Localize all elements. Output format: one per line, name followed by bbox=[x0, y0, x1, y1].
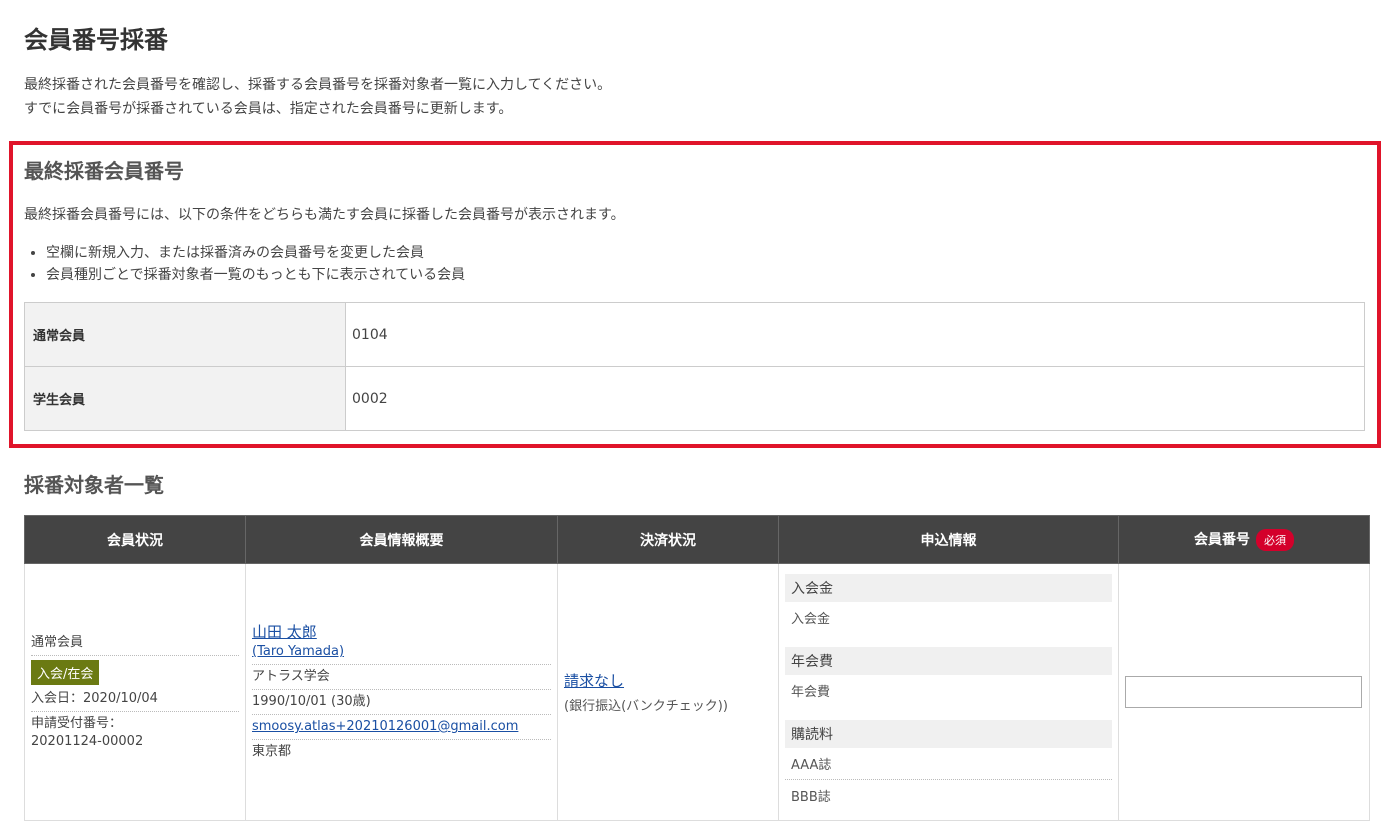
application-number-label: 申請受付番号： bbox=[31, 715, 123, 731]
join-date: 入会日：2020/10/04 bbox=[31, 687, 239, 712]
page-title: 会員番号採番 bbox=[24, 26, 168, 54]
application-item: 入会金 bbox=[791, 611, 831, 627]
required-badge: 必須 bbox=[1256, 528, 1294, 551]
last-number-row: 学生会員 0002 bbox=[24, 366, 1365, 431]
table-header-row: 会員状況 会員情報概要 決済状況 申込情報 会員番号 必須 bbox=[24, 515, 1370, 564]
member-name-link[interactable]: 山田 太郎 bbox=[252, 623, 317, 641]
application-group: 購読料 AAA誌 BBB誌 bbox=[785, 719, 1112, 811]
intro-text: 最終採番された会員番号を確認し、採番する会員番号を採番対象者一覧に入力してくださ… bbox=[24, 73, 611, 121]
last-number-value: 0104 bbox=[345, 302, 1365, 367]
member-type: 通常会員 bbox=[31, 631, 239, 656]
col-header-info: 会員情報概要 bbox=[245, 515, 558, 564]
table-row: 通常会員 入会/在会 入会日：2020/10/04 申請受付番号： 202011… bbox=[24, 563, 1370, 821]
intro-line-1: 最終採番された会員番号を確認し、採番する会員番号を採番対象者一覧に入力してくださ… bbox=[24, 77, 612, 93]
payment-method: (銀行振込(バンクチェック)) bbox=[564, 699, 728, 714]
payment-status: 請求なし bbox=[564, 670, 772, 691]
application-number: 申請受付番号： 20201124-00002 bbox=[31, 712, 239, 754]
last-number-row: 通常会員 0104 bbox=[24, 302, 1365, 367]
number-cell bbox=[1118, 563, 1370, 821]
last-number-desc: 最終採番会員番号には、以下の条件をどちらも満たす会員に採番した会員番号が表示され… bbox=[24, 207, 625, 223]
application-item: BBB誌 bbox=[791, 789, 831, 805]
application-group-head: 入会金 bbox=[785, 573, 1112, 602]
col-header-payment: 決済状況 bbox=[557, 515, 779, 564]
member-org: アトラス学会 bbox=[252, 665, 551, 690]
intro-line-2: すでに会員番号が採番されている会員は、指定された会員番号に更新します。 bbox=[24, 101, 513, 117]
application-group: 入会金 入会金 bbox=[785, 573, 1112, 633]
application-group: 年会費 年会費 bbox=[785, 646, 1112, 706]
col-header-status: 会員状況 bbox=[24, 515, 246, 564]
status-cell: 通常会員 入会/在会 入会日：2020/10/04 申請受付番号： 202011… bbox=[24, 563, 246, 821]
member-pref: 東京都 bbox=[252, 744, 292, 759]
member-name-en-link[interactable]: (Taro Yamada) bbox=[252, 644, 344, 659]
application-group-head: 年会費 bbox=[785, 646, 1112, 675]
condition-item: 空欄に新規入力、または採番済みの会員番号を変更した会員 bbox=[46, 242, 465, 264]
last-number-table: 通常会員 0104 学生会員 0002 bbox=[24, 302, 1365, 431]
info-cell: 山田 太郎 (Taro Yamada) アトラス学会 1990/10/01 (3… bbox=[245, 563, 558, 821]
condition-item: 会員種別ごとで採番対象者一覧のもっとも下に表示されている会員 bbox=[46, 264, 465, 286]
last-number-value: 0002 bbox=[345, 366, 1365, 431]
last-number-title: 最終採番会員番号 bbox=[24, 159, 184, 183]
member-type-label: 学生会員 bbox=[24, 366, 346, 431]
member-name: 山田 太郎 (Taro Yamada) bbox=[252, 620, 551, 665]
application-cell: 入会金 入会金 年会費 年会費 購読料 AAA誌 BBB誌 bbox=[778, 563, 1119, 821]
payment-cell: 請求なし (銀行振込(バンクチェック)) bbox=[557, 563, 779, 821]
member-number-input[interactable] bbox=[1125, 676, 1362, 708]
col-header-application: 申込情報 bbox=[778, 515, 1119, 564]
status-badge: 入会/在会 bbox=[31, 659, 100, 685]
application-item: AAA誌 bbox=[785, 748, 1112, 780]
member-type-label: 通常会員 bbox=[24, 302, 346, 367]
application-number-value: 20201124-00002 bbox=[31, 733, 144, 749]
target-list-table: 会員状況 会員情報概要 決済状況 申込情報 会員番号 必須 通常会員 入会/在会 … bbox=[24, 515, 1370, 821]
target-list-title: 採番対象者一覧 bbox=[24, 473, 164, 497]
number-header-label: 会員番号 bbox=[1194, 531, 1250, 548]
member-email: smoosy.atlas+20210126001@gmail.com bbox=[252, 715, 551, 740]
member-email-link[interactable]: smoosy.atlas+20210126001@gmail.com bbox=[252, 719, 518, 734]
application-group-head: 購読料 bbox=[785, 719, 1112, 748]
application-item: 年会費 bbox=[791, 684, 831, 700]
condition-list: 空欄に新規入力、または採番済みの会員番号を変更した会員 会員種別ごとで採番対象者… bbox=[46, 242, 465, 286]
col-header-number: 会員番号 必須 bbox=[1118, 515, 1370, 564]
member-birth: 1990/10/01 (30歳) bbox=[252, 690, 551, 715]
payment-status-link[interactable]: 請求なし bbox=[564, 672, 624, 690]
